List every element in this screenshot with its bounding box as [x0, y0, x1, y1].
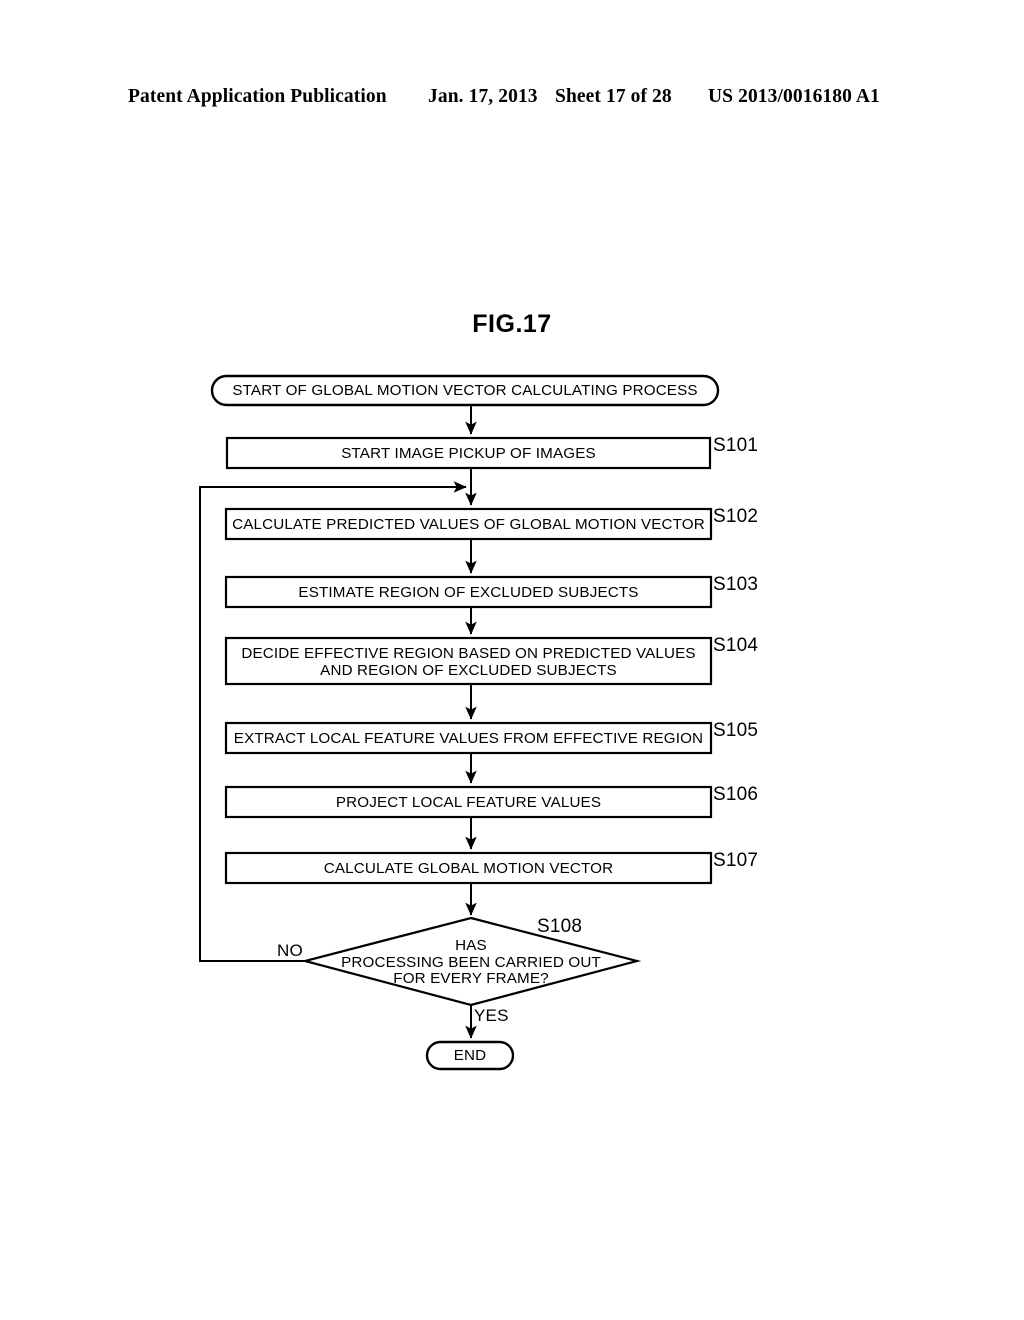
- step-box-s104: [224, 636, 713, 686]
- flowchart-svg: [199, 374, 720, 1071]
- step-box-s107: [224, 851, 713, 885]
- step-box-s106: [224, 785, 713, 819]
- step-ref-s101: S101: [713, 435, 759, 456]
- branch-label-no: NO: [277, 941, 303, 960]
- step-box-s102: [224, 507, 713, 541]
- step-ref-s104: S104: [713, 635, 759, 656]
- step-ref-s103: S103: [713, 574, 759, 595]
- step-ref-s105: S105: [713, 720, 759, 741]
- start-terminal-shape: [210, 374, 720, 407]
- end-terminal-shape: [425, 1040, 515, 1071]
- decision-label-text-s108: HAS PROCESSING BEEN CARRIED OUT FOR EVER…: [341, 937, 601, 987]
- step-box-s105: [224, 721, 713, 755]
- flowchart-diagram: START OF GLOBAL MOTION VECTOR CALCULATIN…: [0, 0, 1024, 1320]
- step-ref-s107: S107: [713, 850, 759, 871]
- step-box-s101: [225, 436, 712, 470]
- step-box-s103: [224, 575, 713, 609]
- step-ref-s102: S102: [713, 506, 759, 527]
- step-ref-s108: S108: [537, 916, 583, 937]
- step-ref-s106: S106: [713, 784, 759, 805]
- branch-label-yes: YES: [474, 1006, 509, 1025]
